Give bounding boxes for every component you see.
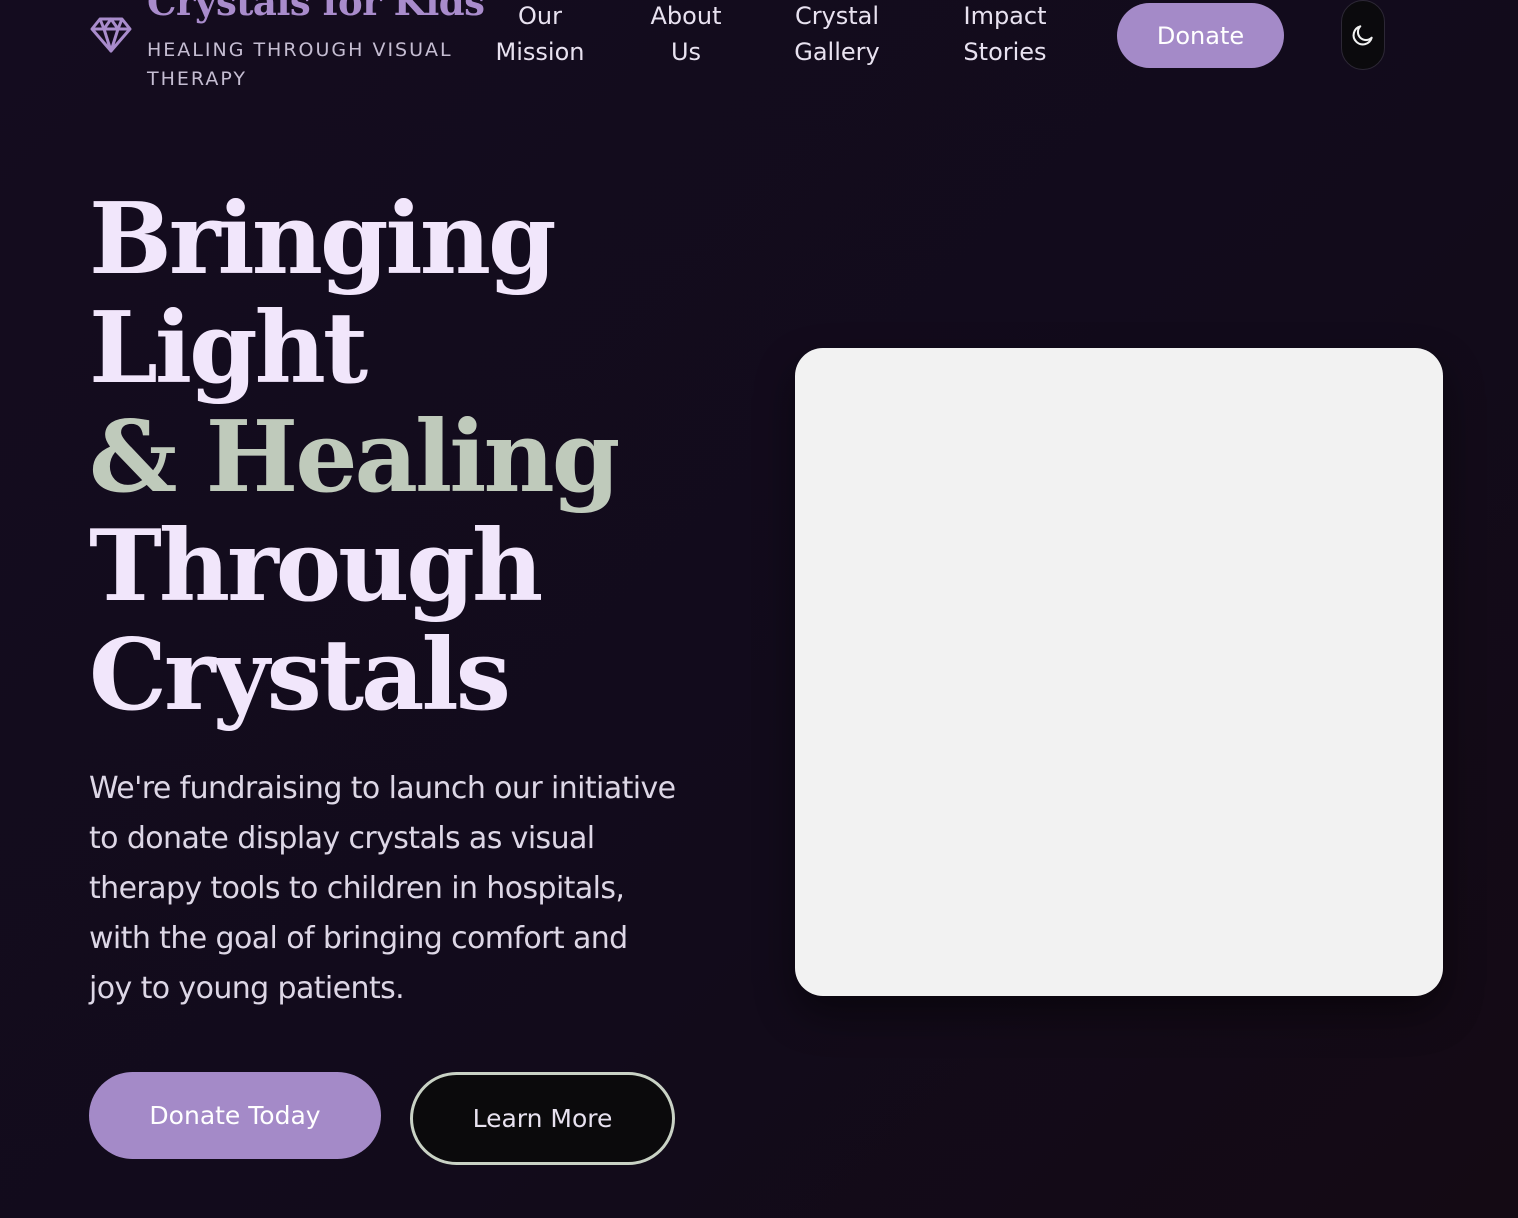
nav-our-mission[interactable]: Our Mission [488,0,592,70]
hero-image-placeholder [795,348,1443,996]
nav-about-us[interactable]: About Us [638,0,734,70]
hero-title: Bringing Light & Healing Through Crystal… [89,182,620,733]
gem-icon [90,17,132,53]
brand-tagline: HEALING THROUGH VISUAL THERAPY [147,39,453,90]
hero-title-accent-line: & Healing [89,400,620,515]
learn-more-button[interactable]: Learn More [410,1072,675,1165]
hero-title-line: Crystals [89,618,511,733]
hero-description: We're fundraising to launch our initiati… [89,771,676,1006]
brand-text: Crystals for Kids HEALING THROUGH VISUAL… [147,0,487,94]
hero-title-line: Bringing [89,182,556,297]
theme-toggle-button[interactable] [1341,0,1385,70]
hero-title-line: Through [89,509,543,624]
nav-crystal-gallery[interactable]: Crystal Gallery [780,0,894,70]
donate-button[interactable]: Donate [1117,3,1284,68]
site-header: Crystals for Kids HEALING THROUGH VISUAL… [0,0,1518,110]
moon-icon [1352,25,1373,46]
hero-title-line: Light [89,291,368,406]
nav-impact-stories[interactable]: Impact Stories [946,0,1064,70]
brand[interactable]: Crystals for Kids HEALING THROUGH VISUAL… [89,0,487,94]
donate-today-button[interactable]: Donate Today [89,1072,381,1159]
brand-name: Crystals for Kids [147,0,485,24]
